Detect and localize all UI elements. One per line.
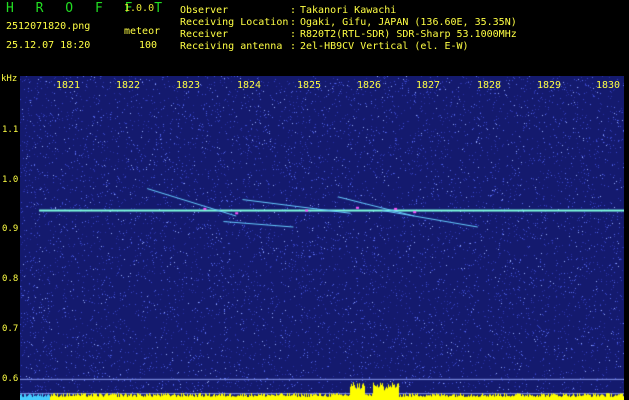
observer-value: Takanori Kawachi <box>300 5 397 16</box>
y-tick-label: 1.1 <box>2 125 19 135</box>
y-tick-label: 0.6 <box>2 374 19 384</box>
y-tick-label: 0.8 <box>2 274 19 284</box>
app-version: 1.0.0 <box>124 3 155 14</box>
x-tick-label: 1825 <box>296 80 322 91</box>
observer-label: Observer <box>180 5 229 16</box>
location-label: Receiving Location <box>180 17 289 28</box>
header-panel: H R O F F T 1.0.0 2512071820.png 25.12.0… <box>0 0 629 74</box>
receiver-value: R820T2(RTL-SDR) SDR-Sharp 53.1000MHz <box>300 29 517 40</box>
mode-label: meteor <box>124 26 161 37</box>
y-tick-label: 1.0 <box>2 175 19 185</box>
x-tick-label: 1824 <box>236 80 262 91</box>
count-value: 100 <box>139 40 158 51</box>
x-tick-label: 1822 <box>115 80 141 91</box>
y-axis-unit: kHz <box>1 74 18 84</box>
antenna-label: Receiving antenna <box>180 41 283 52</box>
receiver-sep: : <box>290 29 297 40</box>
y-tick-label: 0.7 <box>2 324 19 334</box>
location-value: Ogaki, Gifu, JAPAN (136.60E, 35.35N) <box>300 17 517 28</box>
antenna-value: 2el-HB9CV Vertical (el. E-W) <box>300 41 469 52</box>
spectrogram-canvas <box>20 76 624 400</box>
x-tick-label: 1827 <box>415 80 441 91</box>
x-tick-label: 1821 <box>55 80 81 91</box>
x-tick-label: 1830 <box>595 80 621 91</box>
x-tick-label: 1823 <box>175 80 201 91</box>
antenna-sep: : <box>290 41 297 52</box>
receiver-label: Receiver <box>180 29 229 40</box>
x-tick-label: 1828 <box>476 80 502 91</box>
x-tick-label: 1829 <box>536 80 562 91</box>
observer-sep: : <box>290 5 297 16</box>
location-sep: : <box>290 17 297 28</box>
date-time: 25.12.07 18:20 <box>6 40 91 51</box>
y-tick-label: 0.9 <box>2 224 19 234</box>
file-name: 2512071820.png <box>6 21 91 32</box>
x-tick-label: 1826 <box>356 80 382 91</box>
